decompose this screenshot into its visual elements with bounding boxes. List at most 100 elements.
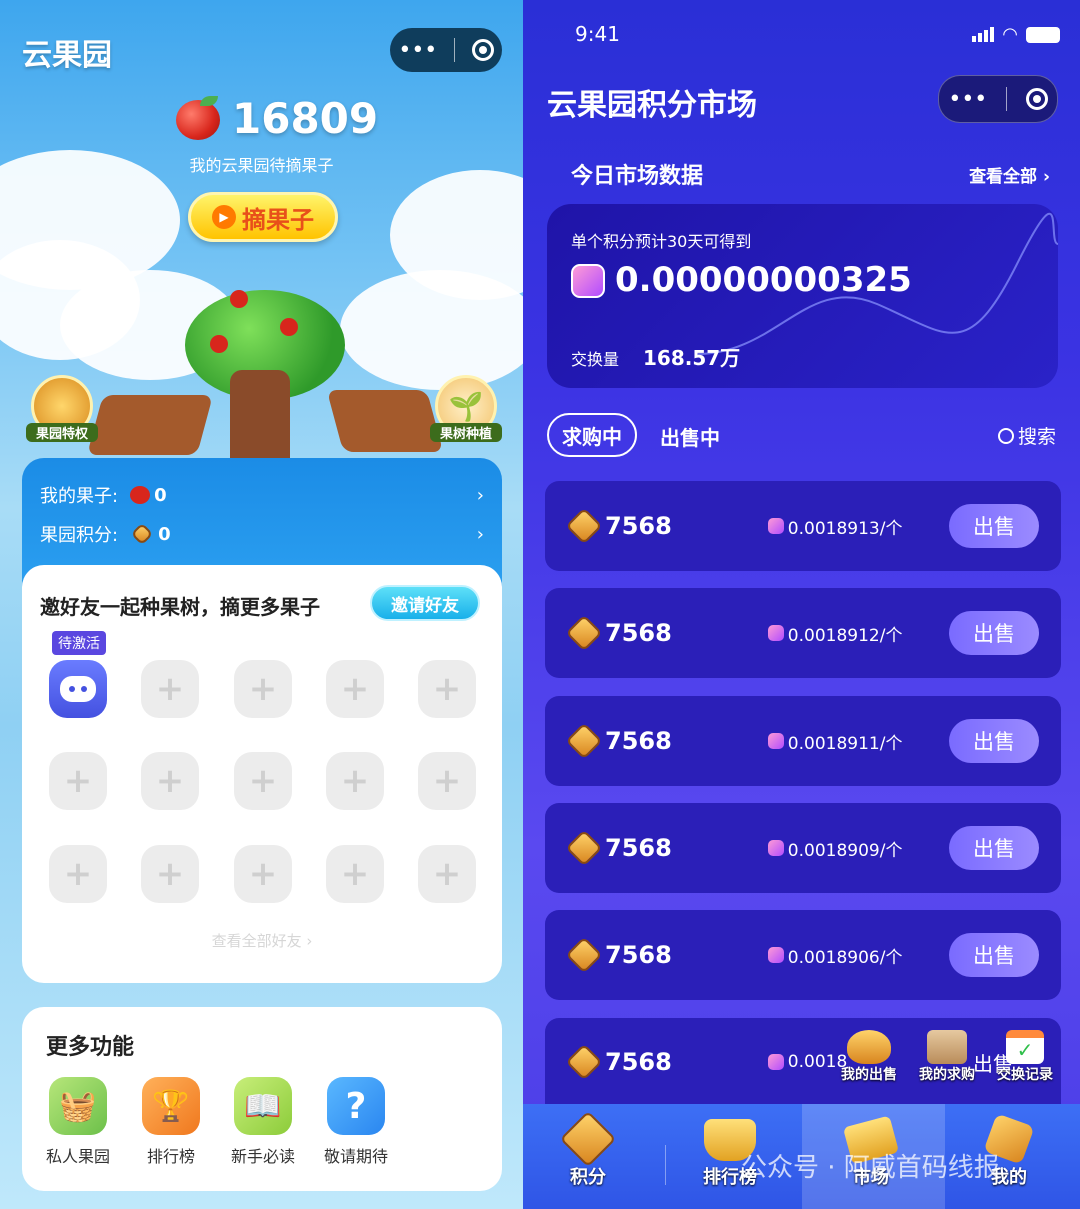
row-price: 0.0018906/个 (787, 947, 903, 968)
card-value: 0.00000000325 (615, 260, 912, 300)
view-all-friends-label: 查看全部好友 (211, 932, 302, 950)
chevron-right-icon: › (476, 523, 484, 545)
pending-badge: 待激活 (52, 631, 106, 655)
close-target-icon[interactable] (471, 39, 494, 61)
market-row[interactable]: 7568 0.0018913/个 出售 (545, 481, 1061, 571)
apple-on-tree (230, 290, 248, 308)
feature-leaderboard[interactable]: 🏆 排行榜 (133, 1077, 209, 1167)
mini-program-capsule[interactable]: ••• (938, 75, 1058, 123)
row-amount: 7568 (605, 619, 672, 647)
exchange-records-button[interactable]: ✓ 交换记录 (987, 1030, 1063, 1084)
tree-trunk (230, 370, 290, 460)
play-icon: ▶ (212, 205, 236, 229)
orchard-icon: 🧺 (49, 1077, 107, 1135)
market-row[interactable]: 7568 0.0018906/个 出售 (545, 910, 1061, 1000)
add-friend-slot[interactable]: + (234, 752, 292, 810)
status-time: 9:41 (575, 22, 620, 46)
search-icon (997, 427, 1014, 444)
search-label: 搜索 (1017, 426, 1056, 448)
fruit-count: 16809 (232, 94, 379, 143)
market-row[interactable]: 7568 0.0018909/个 出售 (545, 803, 1061, 893)
mini-program-capsule[interactable]: ••• (390, 28, 502, 72)
apple-icon (176, 100, 220, 140)
feature-beginner-guide[interactable]: 📖 新手必读 (225, 1077, 301, 1167)
tree-planting-button[interactable]: 🌱 果树种植 (430, 375, 502, 447)
row-price: 0.0018912/个 (787, 625, 903, 646)
add-friend-slot[interactable]: + (141, 845, 199, 903)
view-all-link[interactable]: 查看全部 › (969, 162, 1050, 187)
orchard-points-label: 果园积分: (40, 525, 119, 546)
add-friend-slot[interactable]: + (141, 660, 199, 718)
apple-on-tree (280, 318, 298, 336)
app-title: 云果园 (22, 38, 112, 73)
my-fruit-label: 我的果子: (40, 486, 119, 507)
sell-button[interactable]: 出售 (949, 826, 1039, 870)
sell-button[interactable]: 出售 (949, 933, 1039, 977)
my-sales-button[interactable]: 我的出售 (831, 1030, 907, 1084)
feature-coming-soon[interactable]: ? 敬请期待 (318, 1077, 394, 1167)
more-icon[interactable]: ••• (398, 38, 437, 63)
fruit-small-icon (130, 486, 151, 504)
sell-button[interactable]: 出售 (949, 719, 1039, 763)
points-coin-icon (565, 507, 603, 545)
add-friend-slot[interactable]: + (141, 752, 199, 810)
add-friend-slot[interactable]: + (234, 845, 292, 903)
more-features-title: 更多功能 (46, 1035, 135, 1060)
add-friend-slot[interactable]: + (326, 660, 384, 718)
sell-button[interactable]: 出售 (949, 611, 1039, 655)
feature-private-orchard[interactable]: 🧺 私人果园 (40, 1077, 116, 1167)
market-row[interactable]: 7568 0.0018911/个 出售 (545, 696, 1061, 786)
search-button[interactable]: 搜索 (997, 422, 1056, 449)
tab-buying[interactable]: 求购中 (547, 413, 637, 457)
my-purchases-button[interactable]: 我的求购 (909, 1030, 985, 1084)
my-sales-label: 我的出售 (841, 1067, 897, 1083)
invite-friends-button[interactable]: 邀请好友 (370, 585, 480, 621)
vegetable-plot (86, 395, 214, 455)
orchard-points-value: 0 (158, 523, 171, 545)
apple-leaf-icon (200, 96, 218, 106)
row-price: 0.0018913/个 (787, 518, 903, 539)
my-fruit-value: 0 (154, 484, 167, 506)
checklist-icon: ✓ (1006, 1030, 1044, 1064)
add-friend-slot[interactable]: + (418, 660, 476, 718)
row-price: 0.0018911/个 (787, 733, 903, 754)
sell-button[interactable]: 出售 (949, 504, 1039, 548)
wifi-icon: ◠ (1002, 24, 1018, 45)
points-coin-icon (565, 722, 603, 760)
pick-fruit-button[interactable]: ▶ 摘果子 (188, 192, 338, 242)
gem-small-icon (767, 733, 784, 749)
orchard-points-row[interactable]: 果园积分: 0 › (40, 521, 484, 547)
add-friend-slot[interactable]: + (49, 752, 107, 810)
view-all-label: 查看全部 (969, 167, 1038, 187)
close-target-icon[interactable] (1025, 88, 1048, 110)
market-summary-card: 单个积分预计30天可得到 0.00000000325 交换量 168.57万 (547, 204, 1058, 388)
row-amount: 7568 (605, 512, 672, 540)
market-row[interactable]: 7568 0.0018912/个 出售 (545, 588, 1061, 678)
more-features-card: 更多功能 🧺 私人果园 🏆 排行榜 📖 新手必读 ? 敬请期待 (22, 1007, 502, 1191)
invite-title: 邀好友一起种果树，摘更多果子 (40, 595, 320, 619)
tab-points[interactable]: 积分 (559, 1110, 617, 1189)
add-friend-slot[interactable]: + (234, 660, 292, 718)
points-coin-icon (565, 614, 603, 652)
view-all-friends-link[interactable]: 查看全部好友 › (22, 930, 502, 951)
points-coin-icon (565, 1043, 603, 1081)
market-data-title: 今日市场数据 (571, 164, 704, 189)
page-title: 云果园积分市场 (547, 88, 757, 123)
my-fruit-row[interactable]: 我的果子: 0 › (40, 482, 484, 508)
tab-selling[interactable]: 出售中 (660, 422, 720, 451)
orchard-screen: 云果园 ••• 16809 我的云果园待摘果子 ▶ 摘果子 果园特权 🌱 果树种… (0, 0, 523, 1209)
add-friend-slot[interactable]: + (49, 845, 107, 903)
add-friend-slot[interactable]: + (418, 845, 476, 903)
points-coin-icon (565, 936, 603, 974)
tree-planting-label: 果树种植 (430, 423, 502, 442)
robot-icon (60, 676, 96, 702)
fruit-subtitle: 我的云果园待摘果子 (189, 156, 334, 175)
add-friend-slot[interactable]: + (418, 752, 476, 810)
friend-avatar[interactable] (49, 660, 107, 718)
status-icons: ◠ (972, 24, 1060, 45)
add-friend-slot[interactable]: + (326, 845, 384, 903)
points-coin-icon (130, 522, 154, 546)
add-friend-slot[interactable]: + (326, 752, 384, 810)
orchard-privilege-button[interactable]: 果园特权 (26, 375, 98, 447)
more-icon[interactable]: ••• (948, 87, 987, 112)
